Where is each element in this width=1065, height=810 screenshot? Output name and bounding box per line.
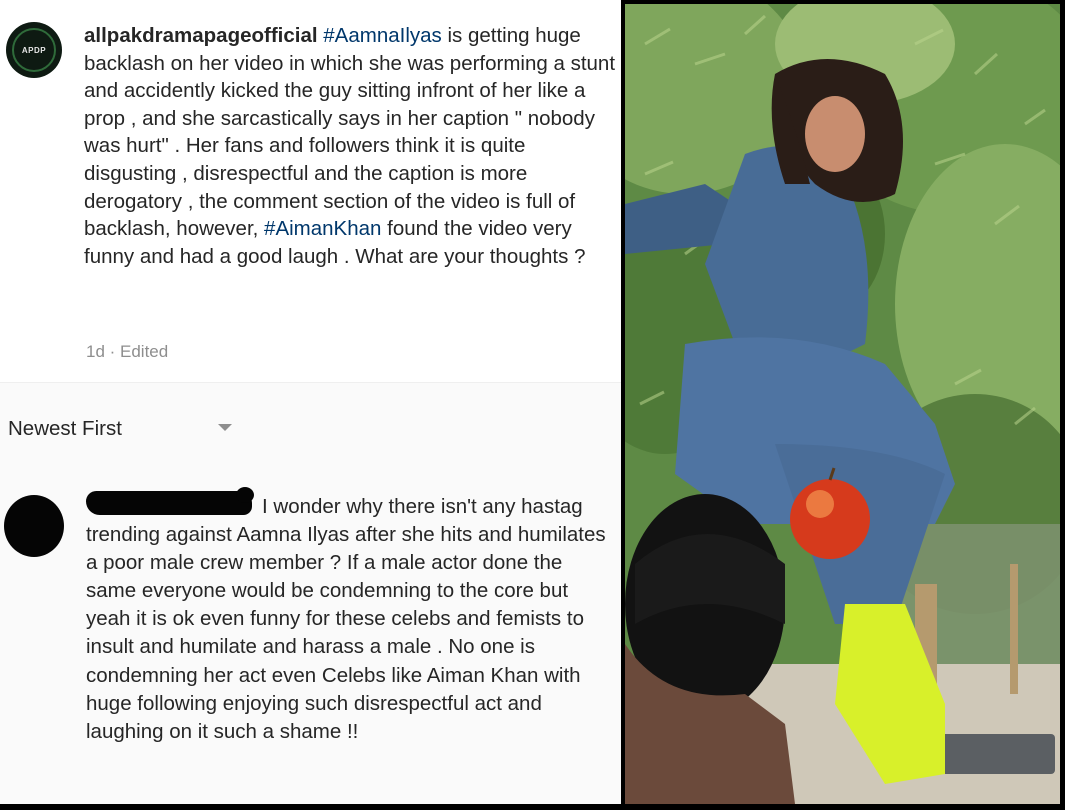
hashtag-link-2[interactable]: #AimanKhan xyxy=(264,217,381,240)
avatar-logo: APDP xyxy=(12,28,56,72)
photo-illustration xyxy=(625,4,1060,804)
sort-label[interactable]: Newest First xyxy=(8,417,122,441)
redaction-mark xyxy=(236,487,254,503)
avatar[interactable]: APDP xyxy=(6,22,62,78)
caption-text: allpakdramapageofficial #AamnaIlyas is g… xyxy=(84,22,616,270)
comment-item: I wonder why there isn't any hastag tren… xyxy=(0,479,621,804)
chevron-down-icon[interactable] xyxy=(218,424,232,431)
hashtag-link[interactable]: #AamnaIlyas xyxy=(323,24,442,47)
screenshot-frame: APDP allpakdramapageofficial #AamnaIlyas… xyxy=(0,0,1065,810)
apple xyxy=(790,479,870,559)
comment-panel: APDP allpakdramapageofficial #AamnaIlyas… xyxy=(0,0,621,804)
post-timestamp: 1d · Edited xyxy=(86,342,169,361)
avatar-logo-text: APDP xyxy=(21,45,47,55)
comment-text: I wonder why there isn't any hastag tren… xyxy=(86,495,606,743)
redacted-username xyxy=(86,491,252,515)
comment-sort-dropdown[interactable]: Newest First xyxy=(0,383,621,479)
post-caption: APDP allpakdramapageofficial #AamnaIlyas… xyxy=(0,0,621,382)
redacted-avatar xyxy=(4,495,64,557)
video-frame-photo xyxy=(625,4,1060,804)
caption-body-1: is getting huge backlash on her video in… xyxy=(84,24,616,241)
crew-member-head xyxy=(625,494,795,804)
post-username[interactable]: allpakdramapageofficial xyxy=(84,24,318,47)
